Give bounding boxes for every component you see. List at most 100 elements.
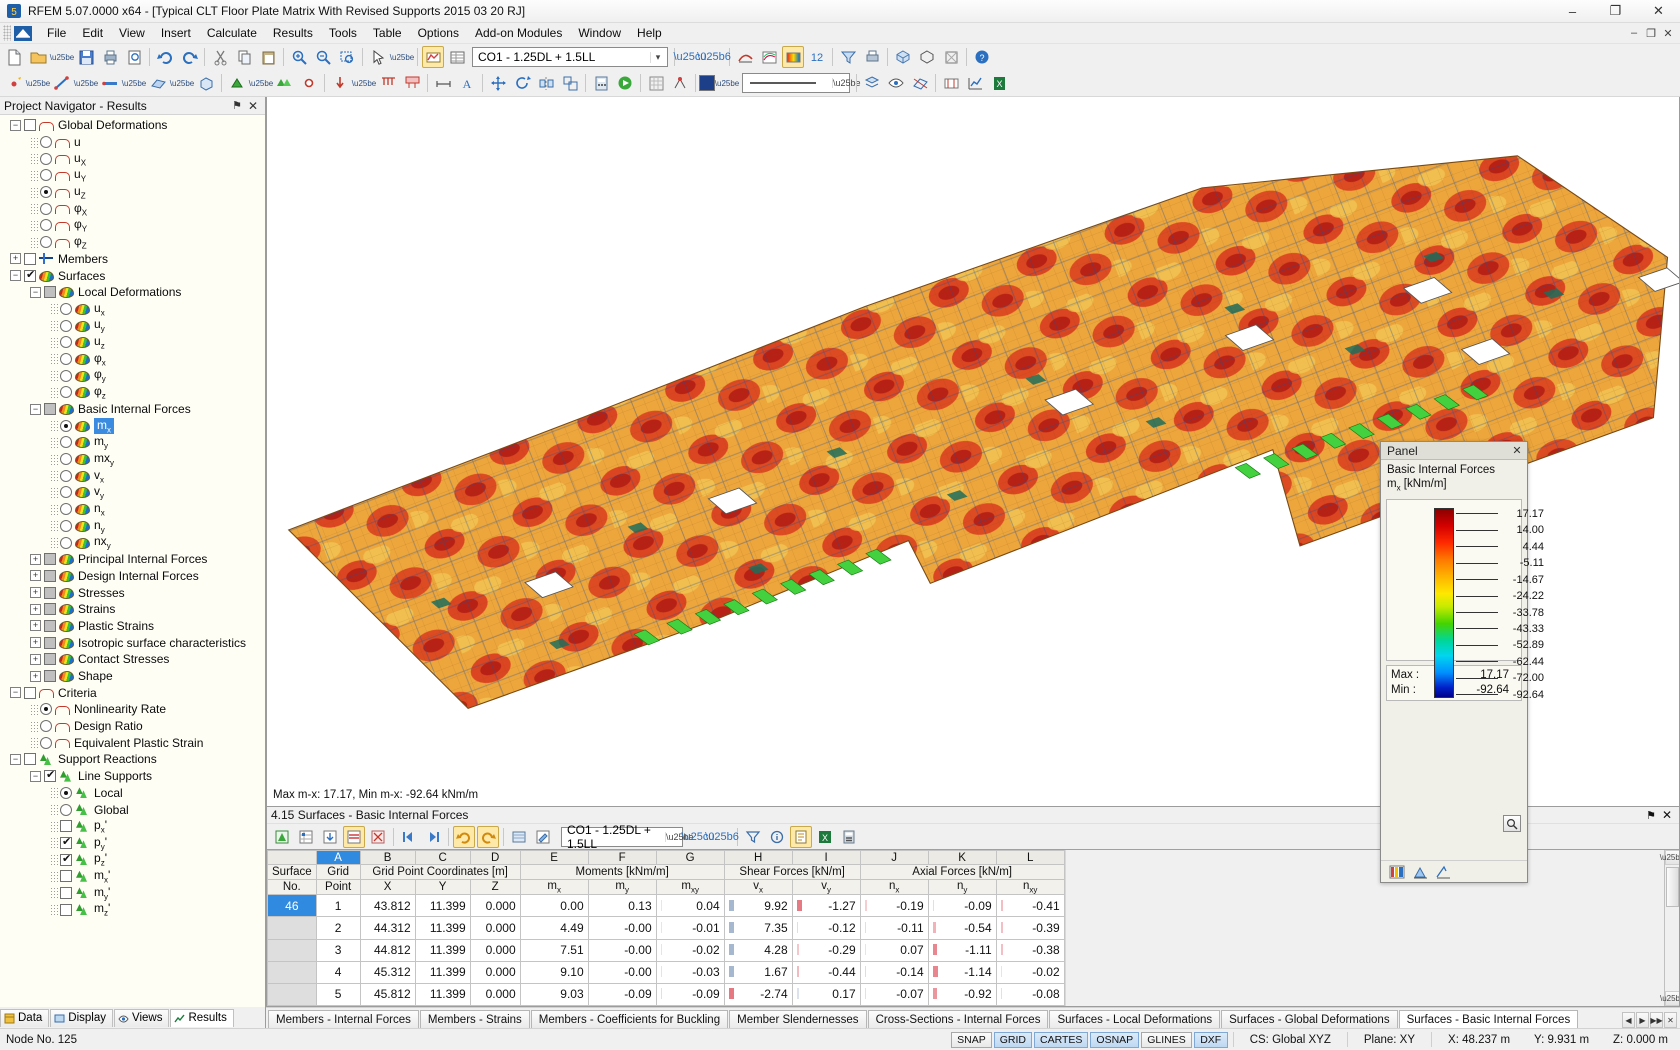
tab-cross-sections-internal-forces[interactable]: Cross-Sections - Internal Forces bbox=[867, 1010, 1049, 1028]
export-excel-icon[interactable]: X bbox=[988, 72, 1010, 94]
tree-item-strains[interactable]: + Strains bbox=[0, 601, 265, 618]
paste-icon[interactable] bbox=[257, 46, 279, 68]
grid-cell-nx[interactable]: -0.11 bbox=[859, 916, 929, 940]
zoom-out-icon[interactable] bbox=[312, 46, 334, 68]
tree-item--y[interactable]: φy bbox=[0, 367, 265, 384]
grid-column-header-I[interactable]: I bbox=[791, 850, 861, 865]
tree-item-my[interactable]: my bbox=[0, 434, 265, 451]
tree-item-stresses[interactable]: + Stresses bbox=[0, 584, 265, 601]
tab-prev-icon[interactable]: ◀ bbox=[1622, 1012, 1635, 1028]
grid-cell-x[interactable]: 44.812 bbox=[359, 938, 416, 962]
grid-cell-my[interactable]: -0.00 bbox=[587, 938, 657, 962]
panel-color-scale-icon[interactable] bbox=[1389, 864, 1406, 880]
tab-members-internal-forces[interactable]: Members - Internal Forces bbox=[268, 1010, 419, 1028]
menu-item-calculate[interactable]: Calculate bbox=[199, 24, 265, 42]
tree-radio[interactable] bbox=[60, 336, 72, 349]
table-redo-icon[interactable] bbox=[477, 825, 499, 848]
expander-expand-icon[interactable]: + bbox=[30, 570, 41, 582]
scale-icon[interactable] bbox=[559, 72, 581, 94]
tab-surfaces-local-deformations[interactable]: Surfaces - Local Deformations bbox=[1049, 1010, 1221, 1028]
grid-cell-vx[interactable]: 9.92 bbox=[723, 894, 793, 918]
grid-surface-number[interactable]: 46 bbox=[267, 894, 317, 918]
expander-expand-icon[interactable]: + bbox=[30, 603, 41, 615]
table-import-icon[interactable] bbox=[319, 826, 341, 848]
status-chip-snap[interactable]: SNAP bbox=[951, 1031, 992, 1048]
table-vertical-scrollbar[interactable]: \u25b2 \u25bc bbox=[1660, 850, 1679, 1006]
tree-item-px-[interactable]: px' bbox=[0, 818, 265, 835]
expander-expand-icon[interactable]: + bbox=[30, 653, 41, 665]
grid-cell-vy[interactable]: -0.44 bbox=[791, 960, 861, 984]
filter-results-icon[interactable] bbox=[837, 46, 859, 68]
surface-results-icon[interactable] bbox=[782, 46, 804, 68]
grid-cell-y[interactable]: 11.399 bbox=[414, 938, 471, 962]
tree-item-mxy[interactable]: mxy bbox=[0, 451, 265, 468]
deformation-display-icon[interactable] bbox=[734, 46, 756, 68]
view-iso-icon[interactable] bbox=[940, 46, 962, 68]
grid-cell-vx[interactable]: -2.74 bbox=[723, 982, 793, 1006]
expander-collapse-icon[interactable]: − bbox=[10, 753, 21, 765]
tree-checkbox[interactable] bbox=[60, 870, 72, 883]
chevron-down-icon-color[interactable]: \u25be bbox=[715, 72, 739, 94]
tree-checkbox[interactable] bbox=[60, 835, 72, 849]
table-delete-icon[interactable] bbox=[367, 826, 389, 848]
grid-cell-mxy[interactable]: -0.09 bbox=[655, 982, 725, 1006]
line-style-combo[interactable]: \u25be bbox=[742, 73, 861, 93]
grid-column-header-K[interactable]: K bbox=[927, 850, 997, 865]
grid-cell-y[interactable]: 11.399 bbox=[414, 960, 471, 984]
tree-item-members[interactable]: + Members bbox=[0, 251, 265, 268]
dimension-icon[interactable] bbox=[432, 72, 454, 94]
results-table-icon[interactable] bbox=[446, 46, 468, 68]
tree-radio[interactable] bbox=[40, 152, 52, 165]
navigator-tab-data[interactable]: Data bbox=[0, 1008, 50, 1027]
table-colorbars-icon[interactable] bbox=[343, 825, 365, 848]
grid-cell-nxy[interactable]: -0.39 bbox=[995, 916, 1065, 940]
tree-radio[interactable] bbox=[40, 136, 52, 149]
grid-cell-vy[interactable]: -0.12 bbox=[791, 916, 861, 940]
tree-checkbox[interactable] bbox=[24, 753, 36, 766]
tree-item-local[interactable]: Local bbox=[0, 785, 265, 802]
new-hinge-icon[interactable] bbox=[298, 72, 320, 94]
tree-item-surfaces[interactable]: − Surfaces bbox=[0, 267, 265, 284]
tree-item-ux[interactable]: ux bbox=[0, 301, 265, 318]
tree-checkbox[interactable] bbox=[44, 670, 56, 683]
menu-item-view[interactable]: View bbox=[111, 24, 153, 42]
results-on-off-icon[interactable] bbox=[422, 46, 444, 68]
table-edit-icon[interactable] bbox=[532, 826, 554, 848]
save-file-icon[interactable] bbox=[75, 46, 97, 68]
tab-surfaces-basic-internal-forces[interactable]: Surfaces - Basic Internal Forces bbox=[1398, 1010, 1579, 1028]
grid-column-header-D[interactable]: D bbox=[469, 850, 521, 865]
panel-factors-icon[interactable] bbox=[1412, 864, 1429, 880]
expander-expand-icon[interactable]: + bbox=[10, 253, 21, 265]
grid-cell-point[interactable]: 2 bbox=[315, 916, 361, 940]
grid-cell-nxy[interactable]: -0.02 bbox=[995, 960, 1065, 984]
tree-checkbox[interactable] bbox=[24, 119, 36, 132]
grid-cell-point[interactable]: 3 bbox=[315, 938, 361, 962]
tree-item-mx-[interactable]: mx' bbox=[0, 868, 265, 885]
grid-surface-number[interactable] bbox=[267, 960, 317, 984]
tree-item-nxy[interactable]: nxy bbox=[0, 534, 265, 551]
grid-cell-mxy[interactable]: 0.04 bbox=[655, 894, 725, 918]
grid-column-header-L[interactable]: L bbox=[995, 850, 1065, 865]
grid-cell-mx[interactable]: 7.51 bbox=[519, 938, 589, 962]
tree-checkbox[interactable] bbox=[44, 636, 56, 649]
new-line-icon[interactable] bbox=[51, 72, 73, 94]
grid-cell-vy[interactable]: -0.29 bbox=[791, 938, 861, 962]
grid-cell-nxy[interactable]: -0.41 bbox=[995, 894, 1065, 918]
grid-cell-mx[interactable]: 4.49 bbox=[519, 916, 589, 940]
grid-column-header-H[interactable]: H bbox=[723, 850, 793, 865]
tree-radio[interactable] bbox=[60, 486, 72, 499]
table-next-block-icon[interactable] bbox=[422, 826, 444, 848]
grid-cell-z[interactable]: 0.000 bbox=[469, 938, 521, 962]
tree-item-my-[interactable]: my' bbox=[0, 885, 265, 902]
menu-item-table[interactable]: Table bbox=[365, 24, 410, 42]
wireframe-icon[interactable] bbox=[916, 46, 938, 68]
tree-item--y[interactable]: φY bbox=[0, 217, 265, 234]
tree-checkbox[interactable] bbox=[60, 820, 72, 833]
tree-item-global-deformations[interactable]: − Global Deformations bbox=[0, 117, 265, 134]
tree-radio[interactable] bbox=[40, 736, 52, 749]
tree-item-pz-[interactable]: pz' bbox=[0, 851, 265, 868]
table-row[interactable]: 5 45.812 11.399 0.000 9.03 -0.09 -0.09 -2.74 0.1… bbox=[267, 982, 1065, 1006]
chevron-down-icon-line[interactable]: \u25be bbox=[74, 72, 98, 94]
tree-radio[interactable] bbox=[60, 352, 72, 365]
expander-expand-icon[interactable]: + bbox=[30, 670, 41, 682]
